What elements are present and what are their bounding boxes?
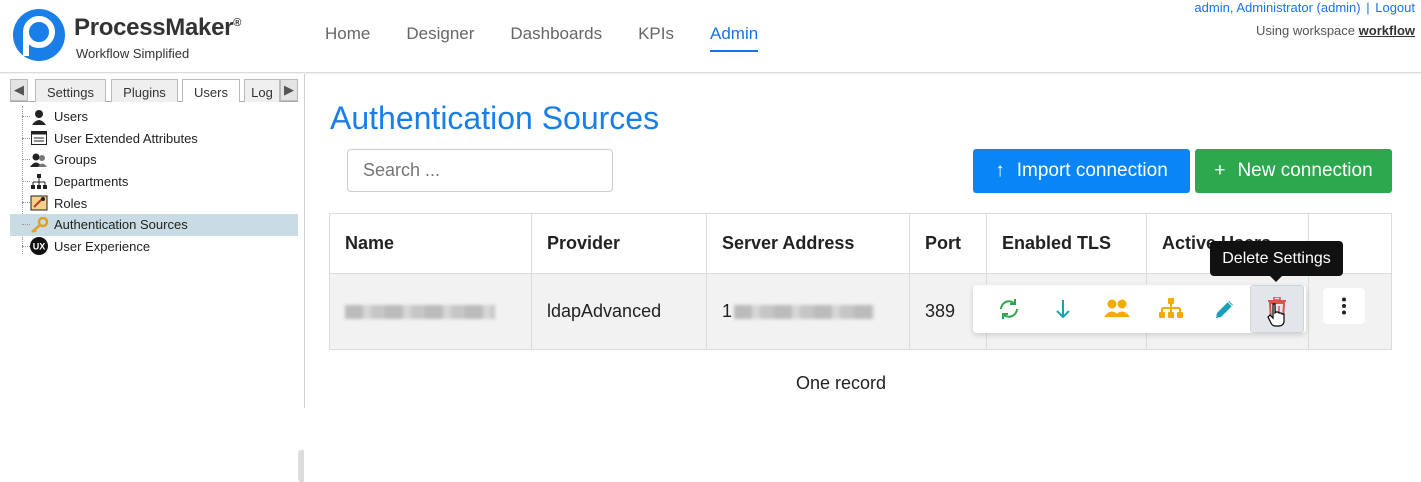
sidebar-item-label: Roles bbox=[54, 195, 88, 211]
sidebar-tree: Users User Extended Attributes Groups De… bbox=[10, 106, 298, 257]
new-connection-button[interactable]: + New connection bbox=[1195, 149, 1392, 193]
org-chart-icon bbox=[30, 173, 48, 191]
nav-kpis[interactable]: KPIs bbox=[638, 24, 674, 52]
tab-users[interactable]: Users bbox=[182, 79, 240, 102]
workspace-prefix: Using workspace bbox=[1256, 23, 1356, 38]
arrow-down-icon bbox=[1056, 300, 1070, 319]
workspace-info: Using workspace workflow bbox=[1256, 23, 1415, 38]
import-connection-button[interactable]: ↑ Import connection bbox=[973, 149, 1190, 193]
column-header-enabled-tls[interactable]: Enabled TLS bbox=[987, 214, 1147, 273]
workspace-name[interactable]: workflow bbox=[1359, 23, 1415, 38]
tab-plugins[interactable]: Plugins bbox=[111, 79, 178, 102]
nav-admin[interactable]: Admin bbox=[709, 24, 759, 52]
sidebar-collapse-handle[interactable] bbox=[298, 450, 304, 482]
users-icon bbox=[1104, 299, 1130, 317]
arrow-up-icon: ↑ bbox=[995, 160, 1005, 181]
more-options-button[interactable] bbox=[1323, 288, 1365, 324]
user-link[interactable]: admin, Administrator (admin) bbox=[1194, 0, 1360, 15]
new-connection-label: New connection bbox=[1237, 160, 1373, 181]
tab-scroll-left-icon[interactable]: ◀ bbox=[10, 79, 28, 101]
edit-button[interactable] bbox=[1198, 285, 1252, 333]
tab-log[interactable]: Log bbox=[244, 79, 280, 102]
cell-provider: ldapAdvanced bbox=[532, 274, 707, 349]
svg-text:UX: UX bbox=[33, 242, 46, 252]
column-header-name[interactable]: Name bbox=[330, 214, 532, 273]
top-bar: ProcessMaker® Workflow Simplified Home D… bbox=[0, 0, 1421, 73]
sidebar-item-departments[interactable]: Departments bbox=[10, 171, 298, 193]
key-icon bbox=[30, 216, 48, 234]
users-button[interactable] bbox=[1090, 285, 1144, 333]
nav-home[interactable]: Home bbox=[325, 24, 370, 52]
user-icon bbox=[30, 108, 48, 126]
export-button[interactable] bbox=[1036, 285, 1090, 333]
sidebar-item-users[interactable]: Users bbox=[10, 106, 298, 128]
user-info: admin, Administrator (admin) | Logout bbox=[1194, 0, 1415, 15]
sidebar-item-roles[interactable]: Roles bbox=[10, 192, 298, 214]
import-connection-label: Import connection bbox=[1016, 160, 1168, 181]
search-input[interactable] bbox=[347, 149, 613, 192]
attributes-icon bbox=[30, 129, 48, 147]
sidebar-item-label: Authentication Sources bbox=[54, 217, 188, 233]
sidebar-item-label: Groups bbox=[54, 152, 97, 168]
tab-scroll-right-icon[interactable]: ▶ bbox=[280, 79, 298, 101]
tab-settings[interactable]: Settings bbox=[35, 79, 106, 102]
main-nav: Home Designer Dashboards KPIs Admin bbox=[325, 24, 794, 52]
kebab-menu-icon bbox=[1342, 297, 1346, 315]
sidebar-item-label: User Experience bbox=[54, 238, 151, 254]
sitemap-icon bbox=[1159, 298, 1183, 318]
sidebar-item-groups[interactable]: Groups bbox=[10, 149, 298, 171]
delete-settings-tooltip: Delete Settings bbox=[1210, 241, 1343, 282]
sidebar-item-authentication-sources[interactable]: Authentication Sources bbox=[10, 213, 298, 236]
page-title: Authentication Sources bbox=[330, 100, 660, 136]
cell-server-address: 1 bbox=[707, 274, 910, 349]
brand-name: ProcessMaker® bbox=[74, 14, 241, 41]
column-header-provider[interactable]: Provider bbox=[532, 214, 707, 273]
record-count: One record bbox=[796, 373, 887, 393]
sync-users-button[interactable] bbox=[982, 285, 1036, 333]
separator: | bbox=[1366, 0, 1370, 15]
sidebar-item-label: Users bbox=[54, 109, 88, 125]
groups-icon bbox=[30, 151, 48, 169]
sidebar-item-label: Departments bbox=[54, 174, 129, 190]
cell-name bbox=[330, 274, 532, 349]
row-actions-bar bbox=[973, 285, 1306, 333]
sidebar-item-user-extended-attributes[interactable]: User Extended Attributes bbox=[10, 128, 298, 150]
redacted-server bbox=[734, 304, 875, 319]
ux-icon: UX bbox=[30, 237, 48, 256]
departments-button[interactable] bbox=[1144, 285, 1198, 333]
sidebar-item-user-experience[interactable]: UX User Experience bbox=[10, 236, 298, 258]
sidebar-item-label: User Extended Attributes bbox=[54, 130, 198, 146]
processmaker-logo[interactable]: ProcessMaker® Workflow Simplified bbox=[12, 6, 262, 64]
admin-sidebar: ◀ Settings Plugins Users Log ▶ Users Use… bbox=[0, 74, 305, 482]
pencil-icon bbox=[1216, 301, 1233, 318]
brand-tagline: Workflow Simplified bbox=[76, 46, 190, 61]
nav-dashboards[interactable]: Dashboards bbox=[510, 24, 602, 52]
logout-link[interactable]: Logout bbox=[1375, 0, 1415, 15]
processmaker-logo-icon bbox=[13, 9, 65, 61]
nav-designer[interactable]: Designer bbox=[406, 24, 474, 52]
roles-icon bbox=[30, 194, 48, 212]
sidebar-tabs: ◀ Settings Plugins Users Log ▶ bbox=[10, 77, 298, 102]
column-header-port[interactable]: Port bbox=[910, 214, 987, 273]
plus-icon: + bbox=[1214, 160, 1226, 181]
hand-pointer-cursor-icon bbox=[1267, 303, 1285, 327]
redacted-name bbox=[345, 304, 495, 319]
column-header-server-address[interactable]: Server Address bbox=[707, 214, 910, 273]
sync-icon bbox=[1000, 299, 1018, 319]
